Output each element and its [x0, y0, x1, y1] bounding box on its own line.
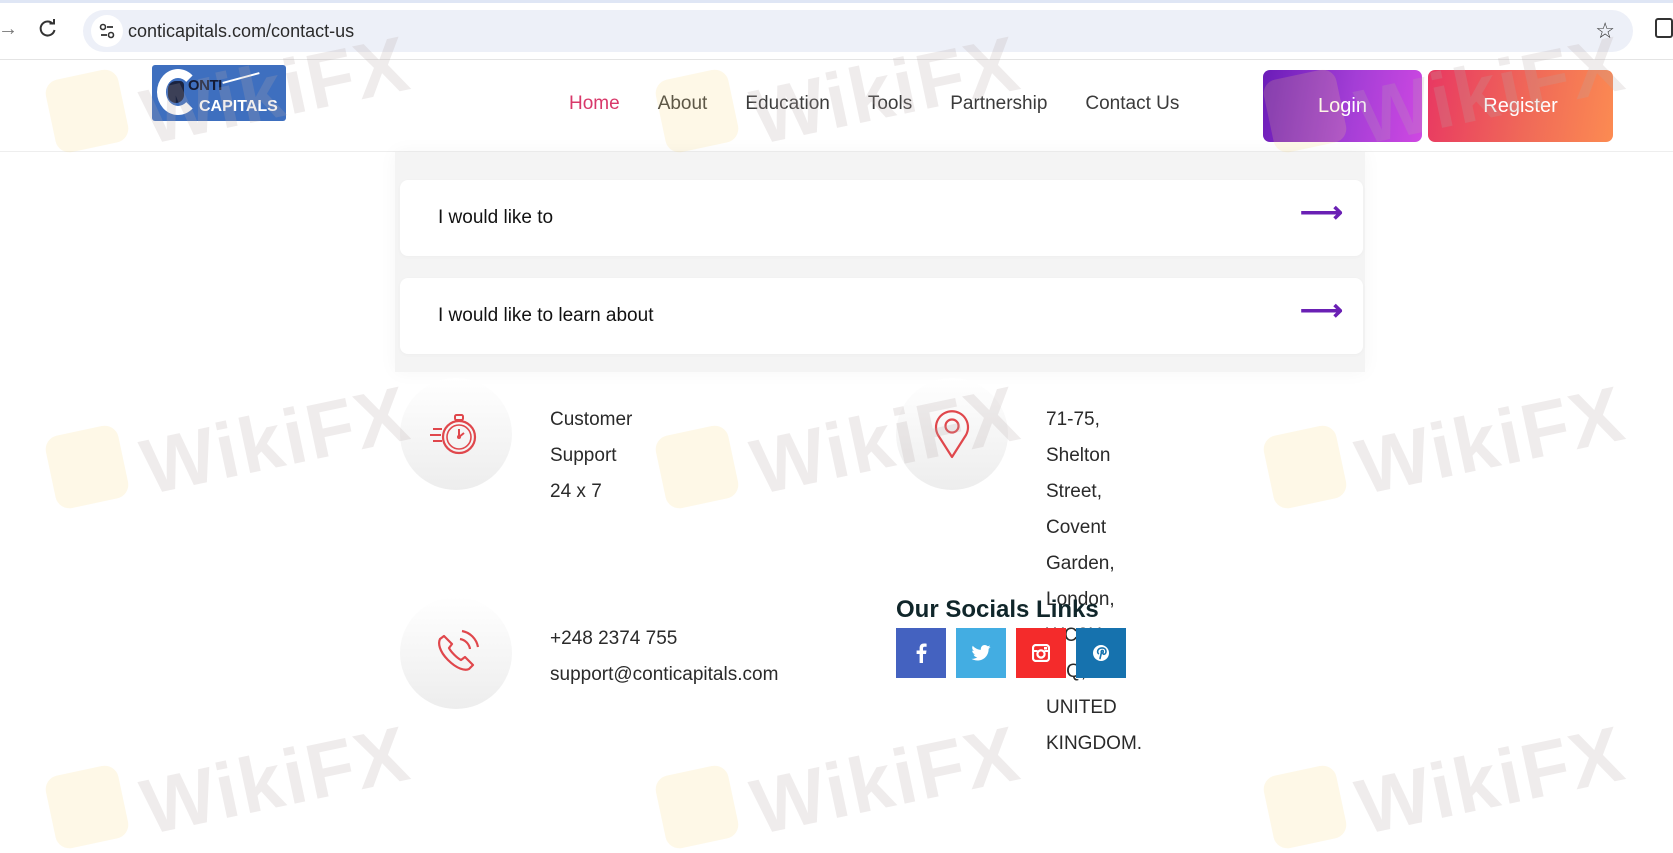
arrow-right-icon[interactable]: ⟶ — [1300, 296, 1343, 326]
social-links — [896, 628, 1126, 678]
support-text: Customer Support 24 x 7 — [550, 402, 632, 510]
nav-partnership[interactable]: Partnership — [950, 93, 1047, 115]
instagram-icon — [1032, 644, 1050, 662]
phone-number[interactable]: +248 2374 755 — [550, 621, 778, 657]
pinterest-link[interactable] — [1076, 628, 1126, 678]
browser-toolbar: → conticapitals.com/contact-us ☆ — [0, 0, 1673, 60]
url-text[interactable]: conticapitals.com/contact-us — [128, 21, 354, 42]
watermark-logo — [1261, 423, 1349, 511]
logo-arrow — [222, 72, 260, 84]
twitter-link[interactable] — [956, 628, 1006, 678]
watermark-text: WikiFX — [1348, 368, 1633, 512]
facebook-icon — [916, 643, 927, 663]
watermark-text: WikiFX — [133, 368, 418, 512]
location-pin-icon-badge — [896, 378, 1008, 490]
conti-capitals-logo[interactable]: ONTI CAPITALS — [152, 65, 286, 121]
support-title: Customer Support — [550, 409, 633, 466]
logo-bull-mark — [168, 81, 184, 103]
watermark-logo — [1261, 763, 1349, 851]
support-hours: 24 x 7 — [550, 481, 602, 502]
select-label: I would like to learn about — [438, 305, 654, 326]
socials-heading: Our Socials Links — [896, 596, 1099, 623]
instagram-link[interactable] — [1016, 628, 1066, 678]
watermark-logo — [43, 763, 131, 851]
learn-about-select[interactable]: I would like to learn about ⟶ — [400, 278, 1363, 354]
login-button[interactable]: Login — [1263, 70, 1422, 142]
main-nav: Home About Education Tools Partnership C… — [569, 93, 1217, 115]
select-label: I would like to — [438, 207, 554, 228]
nav-about[interactable]: About — [658, 93, 708, 115]
twitter-icon — [971, 645, 991, 661]
watermark-logo — [43, 423, 131, 511]
bookmark-star-icon[interactable]: ☆ — [1595, 18, 1615, 44]
watermark-logo — [653, 763, 741, 851]
facebook-link[interactable] — [896, 628, 946, 678]
address-line-4: KINGDOM. — [1046, 733, 1143, 754]
site-info-icon[interactable] — [91, 15, 123, 47]
support-email[interactable]: support@conticapitals.com — [550, 657, 778, 693]
phone-icon-badge — [400, 597, 512, 709]
would-like-to-select[interactable]: I would like to ⟶ — [400, 180, 1363, 256]
nav-home[interactable]: Home — [569, 93, 620, 115]
watermark-logo — [653, 423, 741, 511]
arrow-right-icon[interactable]: ⟶ — [1300, 198, 1343, 228]
logo-text-bottom: CAPITALS — [199, 98, 278, 115]
tab-strip-edge — [0, 0, 1673, 3]
stopwatch-icon-badge — [400, 378, 512, 490]
address-line-1: 71-75, Shelton Street, Covent — [1046, 409, 1111, 538]
address-bar[interactable]: conticapitals.com/contact-us ☆ — [83, 10, 1633, 52]
nav-contact-us[interactable]: Contact Us — [1085, 93, 1179, 115]
site-header: ONTI CAPITALS Home About Education Tools… — [0, 60, 1673, 152]
address-text: 71-75, Shelton Street, Covent Garden, Lo… — [1046, 402, 1142, 762]
extensions-icon[interactable] — [1655, 18, 1673, 38]
reload-icon[interactable] — [38, 18, 58, 38]
nav-tools[interactable]: Tools — [868, 93, 912, 115]
register-button[interactable]: Register — [1428, 70, 1613, 142]
logo-text-top: ONTI — [188, 77, 222, 94]
location-pin-icon — [934, 410, 970, 459]
watermark-text: WikiFX — [1348, 708, 1633, 852]
pinterest-icon — [1093, 645, 1109, 661]
watermark-text: WikiFX — [133, 708, 418, 852]
watermark-text: WikiFX — [743, 708, 1028, 852]
address-line-2: Garden, — [1046, 553, 1115, 574]
nav-education[interactable]: Education — [745, 93, 830, 115]
forward-icon[interactable]: → — [0, 18, 18, 41]
phone-text: +248 2374 755 support@conticapitals.com — [550, 621, 778, 693]
stopwatch-icon — [430, 414, 477, 455]
phone-icon — [438, 629, 480, 671]
